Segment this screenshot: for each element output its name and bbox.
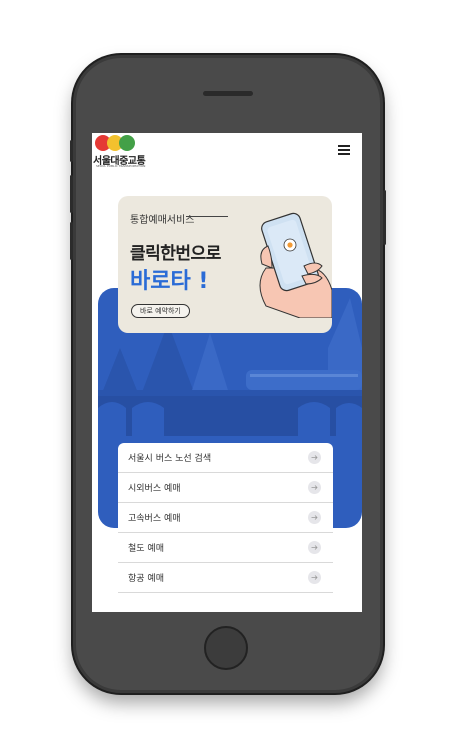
subtitle-divider xyxy=(186,216,228,217)
logo-green-circle xyxy=(119,135,135,151)
list-item[interactable]: 철도 예매 xyxy=(118,533,333,563)
phone-speaker xyxy=(203,91,253,96)
app-screen: 서울대중교통 SEOUL PUBLIC TRANSPORTATION 통합예매서… xyxy=(92,133,362,612)
home-button[interactable] xyxy=(204,626,248,670)
arrow-right-icon[interactable] xyxy=(308,451,321,464)
hand-phone-illustration xyxy=(259,212,332,318)
mute-switch xyxy=(70,140,73,162)
promo-subtitle: 통합예매서비스 xyxy=(130,215,195,226)
logo-subtext: SEOUL PUBLIC TRANSPORTATION xyxy=(96,164,146,168)
arrow-right-icon[interactable] xyxy=(308,481,321,494)
list-item[interactable]: 시외버스 예매 xyxy=(118,473,333,503)
service-label: 항공 예매 xyxy=(128,574,164,584)
list-item[interactable]: 서울시 버스 노선 검색 xyxy=(118,443,333,473)
promo-headline-emphasis: 바로타 ! xyxy=(130,269,209,294)
volume-down-button xyxy=(70,222,73,260)
promo-headline: 클릭한번으로 xyxy=(130,244,221,264)
service-label: 서울시 버스 노선 검색 xyxy=(128,454,212,464)
power-button xyxy=(383,190,386,245)
service-list: 서울시 버스 노선 검색 시외버스 예매 고속버스 예매 철도 예매 항공 예매 xyxy=(118,443,333,593)
promo-card: 통합예매서비스 클릭한번으로 바로타 ! 바로 예약하기 xyxy=(118,196,332,333)
arrow-right-icon[interactable] xyxy=(308,511,321,524)
list-item[interactable]: 고속버스 예매 xyxy=(118,503,333,533)
hamburger-menu-icon[interactable] xyxy=(338,144,352,158)
top-bar: 서울대중교통 SEOUL PUBLIC TRANSPORTATION xyxy=(92,133,362,173)
app-logo[interactable]: 서울대중교통 SEOUL PUBLIC TRANSPORTATION xyxy=(92,133,148,173)
list-item[interactable]: 항공 예매 xyxy=(118,563,333,593)
book-now-button[interactable]: 바로 예약하기 xyxy=(131,304,190,318)
volume-up-button xyxy=(70,175,73,213)
service-label: 고속버스 예매 xyxy=(128,514,181,524)
arrow-right-icon[interactable] xyxy=(308,571,321,584)
service-label: 시외버스 예매 xyxy=(128,484,181,494)
service-label: 철도 예매 xyxy=(128,544,164,554)
arrow-right-icon[interactable] xyxy=(308,541,321,554)
